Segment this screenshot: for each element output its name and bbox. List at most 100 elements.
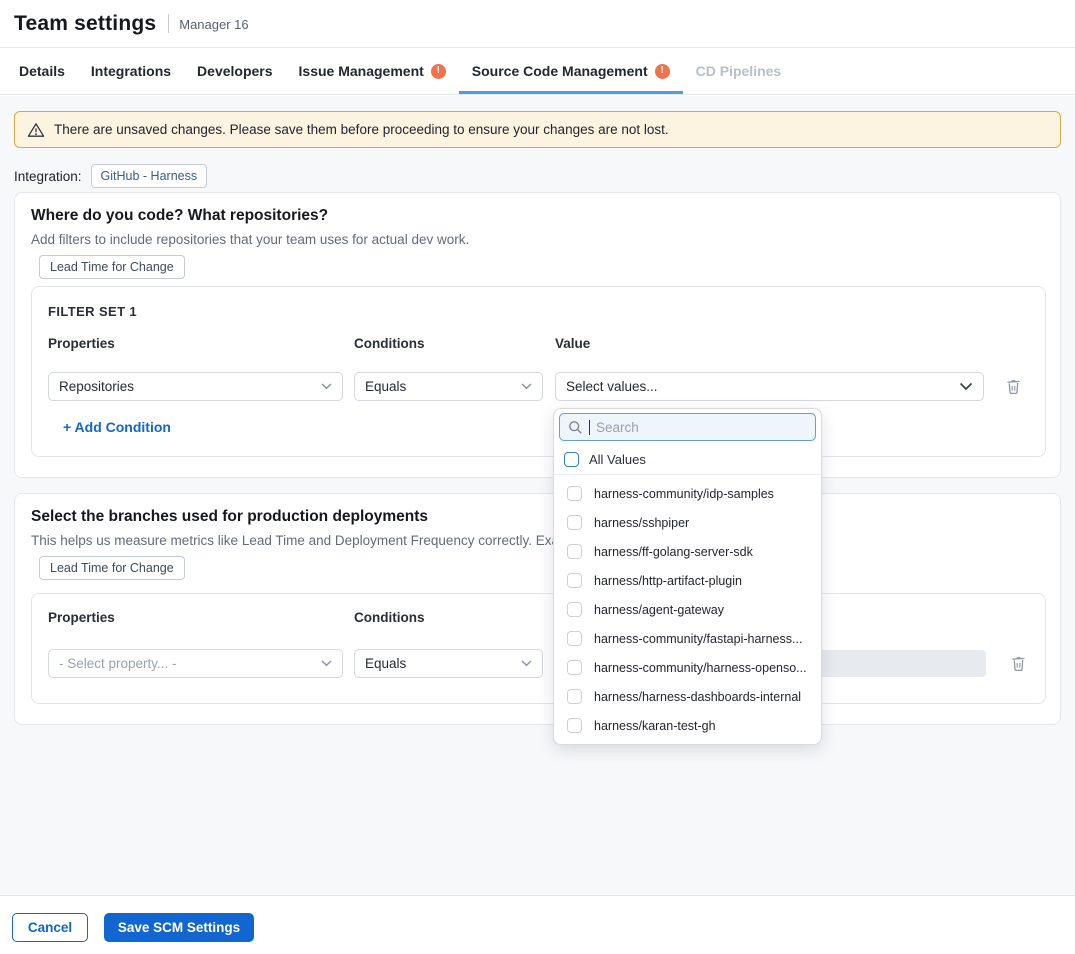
chevron-down-icon	[321, 383, 332, 390]
delete-branch-filter-button[interactable]	[1007, 652, 1029, 674]
dropdown-search-box[interactable]	[559, 413, 816, 441]
chevron-down-icon	[959, 382, 973, 391]
warning-triangle-icon	[27, 122, 45, 138]
tab-integrations[interactable]: Integrations	[78, 48, 184, 94]
repository-option[interactable]: harness-community/harness-openso...	[554, 653, 821, 682]
delete-filter-button[interactable]	[1002, 375, 1024, 397]
integration-row: Integration: GitHub - Harness	[14, 164, 207, 188]
action-footer: Cancel Save SCM Settings	[0, 895, 1075, 954]
properties-select-value: Repositories	[59, 379, 321, 394]
option-checkbox[interactable]	[567, 660, 582, 675]
repository-option[interactable]: harness/sshpiper	[554, 508, 821, 537]
all-values-checkbox[interactable]	[564, 452, 579, 467]
repository-option[interactable]: harness-community/idp-samples	[554, 479, 821, 508]
branches-card-title: Select the branches used for production …	[31, 508, 428, 526]
integration-chip: GitHub - Harness	[91, 164, 208, 188]
warning-badge-icon: !	[655, 64, 670, 79]
repositories-card-title: Where do you code? What repositories?	[31, 207, 328, 225]
tab-cd-pipelines[interactable]: CD Pipelines	[683, 48, 795, 94]
conditions-column-label: Conditions	[354, 336, 425, 351]
repository-option[interactable]: harness/agent-gateway	[554, 595, 821, 624]
branch-conditions-value: Equals	[365, 656, 521, 671]
title-separator	[168, 14, 169, 33]
tab-integrations-label: Integrations	[91, 63, 171, 79]
tab-issue-management-label: Issue Management	[299, 63, 424, 79]
tab-source-code-management-label: Source Code Management	[472, 63, 648, 79]
option-checkbox[interactable]	[567, 689, 582, 704]
unsaved-changes-text: There are unsaved changes. Please save t…	[54, 122, 669, 137]
search-icon	[568, 420, 583, 435]
tab-issue-management[interactable]: Issue Management !	[286, 48, 459, 94]
chevron-down-icon	[521, 660, 532, 667]
repository-option[interactable]: harness/harness-dashboards-internal	[554, 682, 821, 711]
value-multiselect[interactable]: Select values...	[555, 372, 984, 401]
all-values-option[interactable]: All Values	[554, 445, 821, 475]
tab-bar: Details Integrations Developers Issue Ma…	[0, 48, 1075, 95]
save-scm-settings-button[interactable]: Save SCM Settings	[104, 913, 254, 942]
option-checkbox[interactable]	[567, 602, 582, 617]
option-checkbox[interactable]	[567, 486, 582, 501]
option-label: harness/sshpiper	[594, 516, 689, 530]
option-label: harness-community/idp-samples	[594, 487, 774, 501]
cancel-button[interactable]: Cancel	[12, 913, 88, 942]
tab-cd-pipelines-label: CD Pipelines	[696, 63, 782, 79]
chevron-down-icon	[521, 383, 532, 390]
option-label: harness/agent-gateway	[594, 603, 724, 617]
value-multiselect-placeholder: Select values...	[566, 379, 959, 394]
option-label: harness-community/harness-openso...	[594, 661, 807, 675]
repositories-card: Where do you code? What repositories? Ad…	[14, 192, 1061, 478]
repository-option[interactable]: harness-community/fastapi-harness...	[554, 624, 821, 653]
tab-source-code-management[interactable]: Source Code Management !	[459, 48, 683, 94]
tab-details-label: Details	[19, 63, 65, 79]
tab-details[interactable]: Details	[6, 48, 78, 94]
option-label: harness/karan-test-gh	[594, 719, 716, 733]
conditions-select[interactable]: Equals	[354, 372, 543, 401]
integration-label: Integration:	[14, 169, 82, 184]
filter-set-1-card: FILTER SET 1 Properties Conditions Value…	[31, 286, 1046, 457]
conditions-column-label: Conditions	[354, 610, 425, 625]
repository-option-clipped[interactable]: harness/...	[554, 740, 821, 745]
branches-filter-card: Properties Conditions - Select property.…	[31, 593, 1046, 704]
unsaved-changes-banner: There are unsaved changes. Please save t…	[14, 111, 1061, 148]
branch-conditions-select[interactable]: Equals	[354, 649, 543, 678]
repository-option[interactable]: harness/http-artifact-plugin	[554, 566, 821, 595]
team-settings-page: Team settings Manager 16 Details Integra…	[0, 0, 1075, 954]
lead-time-chip: Lead Time for Change	[39, 255, 185, 279]
content-area: There are unsaved changes. Please save t…	[0, 96, 1075, 895]
repositories-card-subtitle: Add filters to include repositories that…	[31, 232, 469, 247]
warning-badge-icon: !	[431, 64, 446, 79]
text-cursor	[589, 420, 590, 435]
option-checkbox[interactable]	[567, 631, 582, 646]
repository-option[interactable]: harness/ff-golang-server-sdk	[554, 537, 821, 566]
value-column-label: Value	[555, 336, 590, 351]
chevron-down-icon	[321, 660, 332, 667]
team-name-label: Manager 16	[179, 15, 248, 32]
branch-properties-select[interactable]: - Select property... -	[48, 649, 343, 678]
repository-option[interactable]: harness/karan-test-gh	[554, 711, 821, 740]
tab-developers-label: Developers	[197, 63, 272, 79]
page-header: Team settings Manager 16	[0, 0, 1075, 48]
search-input[interactable]	[596, 420, 807, 435]
option-checkbox[interactable]	[567, 573, 582, 588]
tab-developers[interactable]: Developers	[184, 48, 285, 94]
option-label: harness-community/fastapi-harness...	[594, 632, 802, 646]
option-checkbox[interactable]	[567, 515, 582, 530]
properties-column-label: Properties	[48, 610, 115, 625]
conditions-select-value: Equals	[365, 379, 521, 394]
option-checkbox[interactable]	[567, 718, 582, 733]
option-label: harness/http-artifact-plugin	[594, 574, 742, 588]
filter-set-1-title: FILTER SET 1	[48, 304, 137, 319]
option-label: harness/harness-dashboards-internal	[594, 690, 801, 704]
properties-column-label: Properties	[48, 336, 115, 351]
branch-properties-placeholder: - Select property... -	[59, 656, 321, 671]
add-condition-button[interactable]: + Add Condition	[63, 419, 171, 435]
properties-select[interactable]: Repositories	[48, 372, 343, 401]
all-values-label: All Values	[589, 452, 646, 467]
page-title: Team settings	[14, 12, 156, 36]
option-checkbox[interactable]	[567, 544, 582, 559]
repository-option-list: harness-community/idp-samples harness/ss…	[554, 475, 821, 745]
option-label: harness/ff-golang-server-sdk	[594, 545, 753, 559]
values-dropdown-popup: All Values harness-community/idp-samples…	[553, 408, 822, 745]
branches-card: Select the branches used for production …	[14, 493, 1061, 725]
lead-time-chip: Lead Time for Change	[39, 556, 185, 580]
